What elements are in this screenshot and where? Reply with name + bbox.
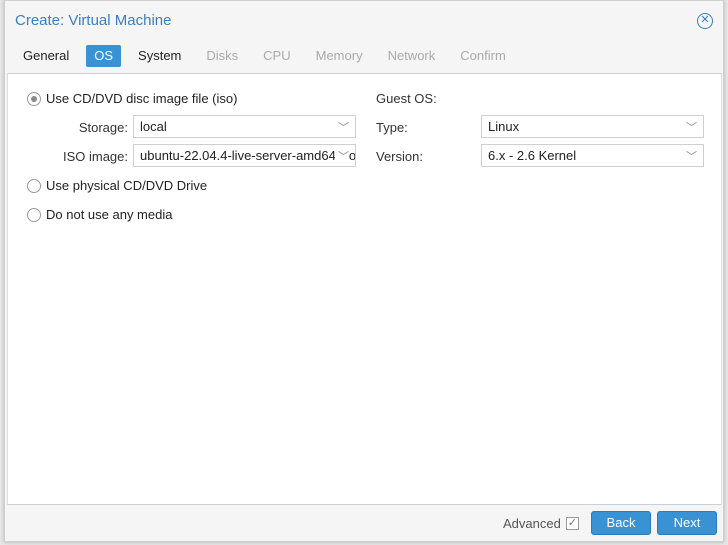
iso-image-label: ISO image: <box>62 149 128 164</box>
chevron-down-icon: ﹀ <box>335 148 349 164</box>
tab-general[interactable]: General <box>15 45 77 67</box>
os-panel: Use CD/DVD disc image file (iso) Storage… <box>7 73 722 505</box>
radio-unchecked-icon <box>27 178 41 193</box>
advanced-toggle[interactable]: Advanced ✓ <box>503 516 579 531</box>
advanced-label: Advanced <box>503 516 561 531</box>
storage-value: local <box>140 119 167 134</box>
tab-confirm: Confirm <box>460 48 506 63</box>
next-button[interactable]: Next <box>657 511 717 535</box>
os-type-value: Linux <box>488 119 520 134</box>
radio-checked-icon <box>27 91 41 106</box>
checkbox-checked-icon[interactable]: ✓ <box>565 517 579 530</box>
chevron-down-icon: ﹀ <box>335 119 349 135</box>
version-label: Version: <box>376 149 423 164</box>
back-button[interactable]: Back <box>591 511 651 535</box>
tab-network: Network <box>387 48 436 63</box>
iso-image-select[interactable]: ubuntu-22.04.4-live-server-amd64.iso ﹀ <box>133 144 356 167</box>
chevron-down-icon: ﹀ <box>683 119 697 135</box>
dialog-title: Create: Virtual Machine <box>15 12 172 29</box>
tab-os[interactable]: OS <box>86 45 122 67</box>
radio-unchecked-icon <box>27 207 41 222</box>
wizard-tabs: General OS System Disks CPU Memory Netwo… <box>15 45 523 67</box>
radio-label: Use physical CD/DVD Drive <box>46 178 208 193</box>
iso-image-value: ubuntu-22.04.4-live-server-amd64.iso <box>140 148 356 163</box>
os-version-select[interactable]: 6.x - 2.6 Kernel ﹀ <box>481 144 704 167</box>
radio-use-iso[interactable]: Use CD/DVD disc image file (iso) <box>27 91 237 106</box>
chevron-down-icon: ﹀ <box>683 148 697 164</box>
radio-label: Do not use any media <box>46 207 173 222</box>
tab-system[interactable]: System <box>130 45 189 67</box>
create-vm-dialog: Create: Virtual Machine ✕ General OS Sys… <box>4 0 724 542</box>
type-label: Type: <box>376 120 408 135</box>
tab-memory: Memory <box>315 48 363 63</box>
radio-label: Use CD/DVD disc image file (iso) <box>46 91 238 106</box>
tab-disks: Disks <box>206 48 239 63</box>
os-type-select[interactable]: Linux ﹀ <box>481 115 704 138</box>
storage-label: Storage: <box>78 120 128 135</box>
tab-cpu: CPU <box>263 48 291 63</box>
radio-no-media[interactable]: Do not use any media <box>27 207 172 222</box>
guest-os-heading: Guest OS: <box>376 91 437 106</box>
close-icon[interactable]: ✕ <box>697 13 713 29</box>
storage-select[interactable]: local ﹀ <box>133 115 356 138</box>
os-version-value: 6.x - 2.6 Kernel <box>488 148 577 163</box>
radio-physical-drive[interactable]: Use physical CD/DVD Drive <box>27 178 207 193</box>
